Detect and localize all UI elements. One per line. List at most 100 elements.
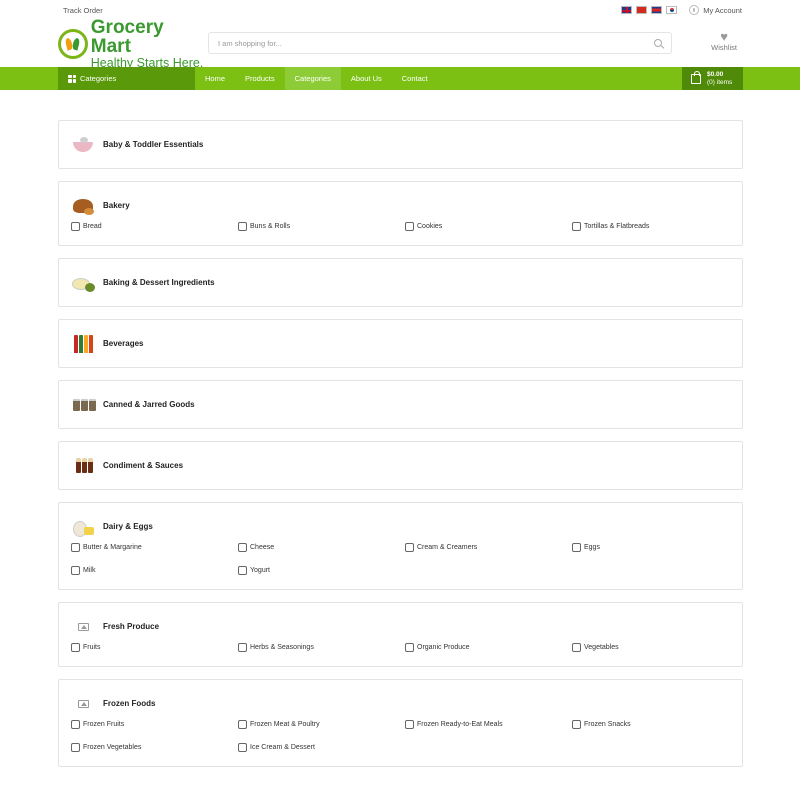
- subcategory-link[interactable]: Frozen Fruits: [71, 713, 238, 736]
- subcategory-link[interactable]: Eggs: [572, 536, 739, 559]
- subcategory-link[interactable]: Vegetables: [572, 636, 739, 659]
- rolls-icon: [238, 222, 247, 231]
- subcategory-label: Butter & Margarine: [83, 544, 142, 551]
- category-header[interactable]: Canned & Jarred Goods: [71, 381, 730, 428]
- ice-cream-icon: [238, 743, 247, 752]
- category-thumbnail: [71, 394, 96, 416]
- category-thumbnail: [71, 195, 96, 217]
- nav-categories[interactable]: Categories: [284, 67, 341, 90]
- search-icon[interactable]: [654, 39, 662, 47]
- subcategory-link[interactable]: Ice Cream & Dessert: [238, 736, 405, 759]
- category-card: Baking & Dessert Ingredients: [58, 258, 743, 307]
- subcategory-grid: Frozen Fruits Frozen Meat & Poultry Froz…: [71, 713, 730, 766]
- frozen-vegetable-icon: [71, 743, 80, 752]
- category-title: Bakery: [103, 201, 130, 210]
- header: Grocery Mart Healthy Starts Here. ♥ Wish…: [0, 18, 800, 70]
- subcategory-link[interactable]: Buns & Rolls: [238, 215, 405, 238]
- subcategory-link[interactable]: Tortillas & Flatbreads: [572, 215, 739, 238]
- my-account-label: My Account: [703, 5, 742, 15]
- category-title: Baking & Dessert Ingredients: [103, 278, 215, 287]
- subcategory-link[interactable]: Bread: [71, 215, 238, 238]
- subcategory-link[interactable]: Frozen Meat & Poultry: [238, 713, 405, 736]
- logo-leaf-icon: [58, 28, 88, 59]
- subcategory-link[interactable]: Cream & Creamers: [405, 536, 572, 559]
- subcategory-label: Frozen Vegetables: [83, 744, 142, 751]
- subcategory-link[interactable]: Frozen Vegetables: [71, 736, 238, 759]
- category-title: Beverages: [103, 339, 144, 348]
- category-card: Baby & Toddler Essentials: [58, 120, 743, 169]
- subcategory-label: Bread: [83, 223, 102, 230]
- khmer-flag-icon[interactable]: [651, 6, 663, 14]
- korean-flag-icon[interactable]: [666, 6, 678, 14]
- category-title: Condiment & Sauces: [103, 461, 184, 470]
- category-thumbnail: [71, 134, 96, 156]
- wishlist-button[interactable]: ♥ Wishlist: [711, 30, 737, 52]
- logo[interactable]: Grocery Mart Healthy Starts Here.: [58, 18, 208, 70]
- milk-icon: [71, 566, 80, 575]
- subcategory-link[interactable]: Organic Produce: [405, 636, 572, 659]
- subcategory-link[interactable]: Milk: [71, 559, 238, 582]
- subcategory-label: Frozen Snacks: [584, 721, 631, 728]
- track-order-link[interactable]: Track Order: [63, 6, 103, 15]
- nav-about-us[interactable]: About Us: [341, 67, 392, 90]
- organic-icon: [405, 643, 414, 652]
- snack-icon: [572, 720, 581, 729]
- subcategory-link[interactable]: Butter & Margarine: [71, 536, 238, 559]
- my-account-link[interactable]: My Account: [689, 5, 742, 15]
- cart-total: $0.00: [707, 71, 724, 79]
- eggs-icon: [572, 543, 581, 552]
- english-flag-icon[interactable]: [621, 6, 633, 14]
- category-list: Baby & Toddler Essentials Bakery Bread B…: [58, 120, 743, 779]
- category-card: Dairy & Eggs Butter & Margarine Cheese C…: [58, 502, 743, 590]
- nav-home[interactable]: Home: [195, 67, 235, 90]
- subcategory-link[interactable]: Yogurt: [238, 559, 405, 582]
- subcategory-link[interactable]: Frozen Ready-to-Eat Meals: [405, 713, 572, 736]
- logo-title: Grocery Mart: [90, 16, 164, 57]
- meal-icon: [405, 720, 414, 729]
- nav-contact[interactable]: Contact: [392, 67, 438, 90]
- category-title: Canned & Jarred Goods: [103, 400, 195, 409]
- subcategory-label: Frozen Ready-to-Eat Meals: [417, 721, 503, 728]
- category-card: Bakery Bread Buns & Rolls Cookies Tortil…: [58, 181, 743, 246]
- subcategory-link[interactable]: Herbs & Seasonings: [238, 636, 405, 659]
- wishlist-label: Wishlist: [711, 43, 737, 52]
- category-header[interactable]: Baby & Toddler Essentials: [71, 121, 730, 168]
- shopping-bag-icon: [691, 70, 701, 84]
- category-title: Dairy & Eggs: [103, 522, 153, 531]
- subcategory-link[interactable]: Fruits: [71, 636, 238, 659]
- image-placeholder-icon: [71, 616, 96, 638]
- category-header[interactable]: Condiment & Sauces: [71, 442, 730, 489]
- subcategory-grid: Butter & Margarine Cheese Cream & Creame…: [71, 536, 730, 589]
- cart-button[interactable]: $0.00 (0) items: [682, 67, 743, 90]
- nav-products[interactable]: Products: [235, 67, 285, 90]
- cream-icon: [405, 543, 414, 552]
- categories-menu-button[interactable]: Categories: [58, 67, 195, 90]
- subcategory-link[interactable]: Cookies: [405, 215, 572, 238]
- chinese-flag-icon[interactable]: [636, 6, 648, 14]
- vegetable-icon: [572, 643, 581, 652]
- search-input[interactable]: [218, 38, 618, 48]
- category-card: Condiment & Sauces: [58, 441, 743, 490]
- category-thumbnail: [71, 272, 96, 294]
- user-icon: [689, 5, 700, 15]
- subcategory-link[interactable]: Cheese: [238, 536, 405, 559]
- category-card: Beverages: [58, 319, 743, 368]
- logo-text: Grocery Mart Healthy Starts Here.: [91, 18, 208, 70]
- subcategory-label: Cheese: [250, 544, 275, 551]
- category-header[interactable]: Baking & Dessert Ingredients: [71, 259, 730, 306]
- bread-icon: [71, 222, 80, 231]
- subcategory-link[interactable]: Frozen Snacks: [572, 713, 739, 736]
- subcategory-grid: Fruits Herbs & Seasonings Organic Produc…: [71, 636, 730, 666]
- image-placeholder-icon: [71, 693, 96, 715]
- category-header[interactable]: Beverages: [71, 320, 730, 367]
- tortilla-icon: [572, 222, 581, 231]
- fruit-icon: [71, 643, 80, 652]
- subcategory-label: Frozen Fruits: [83, 721, 125, 728]
- subcategory-label: Ice Cream & Dessert: [250, 744, 315, 751]
- frozen-fruit-icon: [71, 720, 80, 729]
- category-title: Fresh Produce: [103, 622, 160, 631]
- yogurt-icon: [238, 566, 247, 575]
- meat-icon: [238, 720, 247, 729]
- subcategory-label: Frozen Meat & Poultry: [250, 721, 320, 728]
- category-thumbnail: [71, 516, 96, 538]
